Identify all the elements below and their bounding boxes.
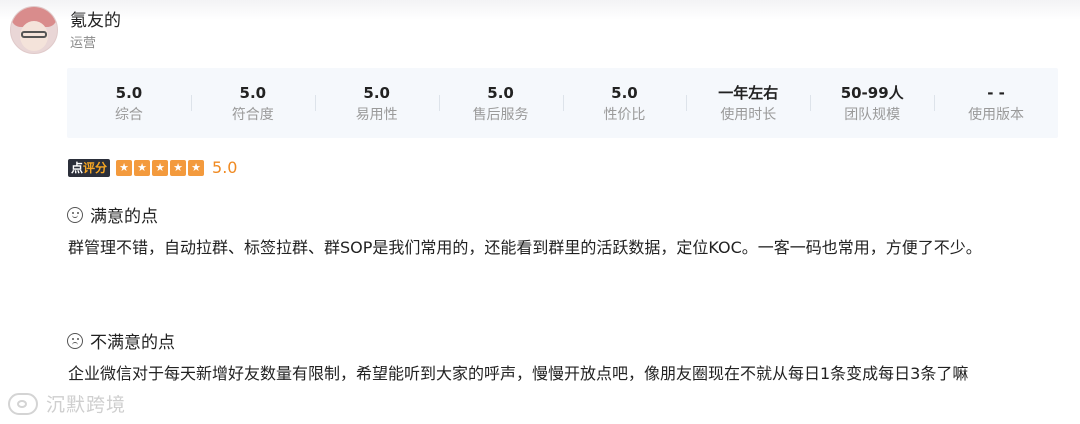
star-icon: ★ xyxy=(170,160,187,176)
satisfied-title: 满意的点 xyxy=(90,207,158,227)
stat-value: 5.0 xyxy=(239,83,267,102)
stat-label: 性价比 xyxy=(603,106,646,123)
star-icon: ★ xyxy=(152,160,169,176)
star-icon: ★ xyxy=(134,160,151,176)
watermark: 沉默跨境 xyxy=(8,390,126,417)
stat-value: 5.0 xyxy=(363,83,390,102)
stat-label: 易用性 xyxy=(355,106,398,123)
stat-label: 售后服务 xyxy=(472,106,529,123)
avatar[interactable] xyxy=(10,6,58,54)
frown-icon xyxy=(67,332,83,349)
stat-label: 使用版本 xyxy=(968,106,1025,123)
reviewer-role: 运营 xyxy=(70,36,97,51)
stars: ★ ★ ★ ★ ★ xyxy=(116,160,206,176)
stat-value: 50-99人 xyxy=(840,83,904,102)
star-icon: ★ xyxy=(188,160,205,176)
star-rating: 点评分 ★ ★ ★ ★ ★ 5.0 xyxy=(68,159,237,177)
stat-value-for-money: 5.0 性价比 xyxy=(562,83,687,124)
rating-badge-accent: 评分 xyxy=(83,161,108,175)
stat-label: 使用时长 xyxy=(720,106,777,123)
top-shadow xyxy=(0,0,1080,20)
stat-value: - - xyxy=(987,83,1005,102)
satisfied-heading: 满意的点 xyxy=(67,202,158,227)
stat-label: 符合度 xyxy=(231,106,274,123)
reviewer-header: 氪友的 运营 xyxy=(10,6,121,54)
rating-value: 5.0 xyxy=(212,158,238,177)
stat-value: 5.0 xyxy=(487,83,514,102)
satisfied-text: 群管理不错，自动拉群、标签拉群、群SOP是我们常用的，还能看到群里的活跃数据，定… xyxy=(68,238,982,257)
star-icon: ★ xyxy=(116,160,133,176)
stat-team-size: 50-99人 团队规模 xyxy=(810,83,934,124)
reviewer-name[interactable]: 氪友的 xyxy=(70,10,121,32)
rating-badge-prefix: 点 xyxy=(71,161,84,175)
avatar-glasses xyxy=(21,31,47,38)
stat-fit: 5.0 符合度 xyxy=(190,83,315,124)
stat-label: 综合 xyxy=(114,106,143,123)
rating-badge: 点评分 xyxy=(68,159,111,177)
stat-version: - - 使用版本 xyxy=(934,83,1058,124)
stat-value: 一年左右 xyxy=(718,83,779,102)
reviewer-info: 氪友的 运营 xyxy=(70,6,121,52)
watermark-logo-icon xyxy=(8,392,38,415)
unsatisfied-heading: 不满意的点 xyxy=(67,328,175,353)
smile-icon xyxy=(67,206,83,223)
stat-usage-duration: 一年左右 使用时长 xyxy=(686,83,810,124)
stat-label: 团队规模 xyxy=(844,106,901,123)
stat-value: 5.0 xyxy=(115,83,143,102)
stat-usability: 5.0 易用性 xyxy=(314,83,439,124)
score-summary: 5.0 综合 5.0 符合度 5.0 易用性 5.0 售后服务 5.0 性价比 … xyxy=(67,68,1058,138)
stat-overall: 5.0 综合 xyxy=(67,83,191,124)
unsatisfied-text: 企业微信对于每天新增好友数量有限制，希望能听到大家的呼声，慢慢开放点吧，像朋友圈… xyxy=(68,364,969,383)
unsatisfied-title: 不满意的点 xyxy=(90,333,175,353)
watermark-text: 沉默跨境 xyxy=(46,394,127,416)
stat-after-sales: 5.0 售后服务 xyxy=(438,83,563,124)
stat-value: 5.0 xyxy=(611,83,638,102)
